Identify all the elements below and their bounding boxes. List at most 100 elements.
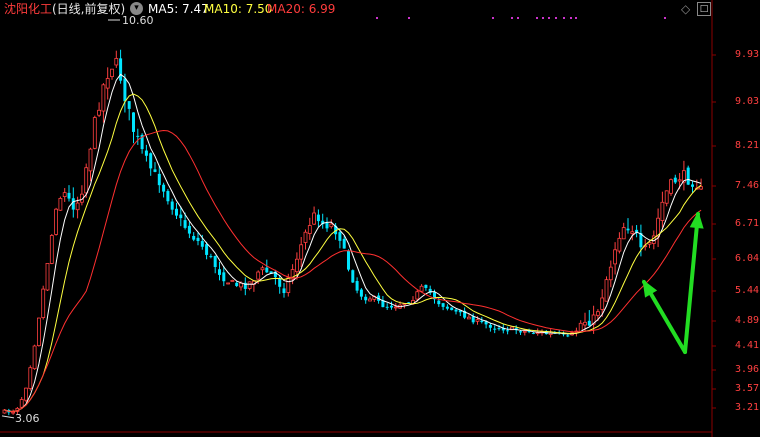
candle-body[interactable] — [497, 328, 501, 330]
candle-body[interactable] — [166, 191, 170, 202]
candle-body[interactable] — [566, 335, 570, 337]
candle-body[interactable] — [312, 212, 317, 225]
candle-body[interactable] — [278, 278, 282, 287]
candle-body[interactable] — [192, 235, 196, 240]
candle-body[interactable] — [110, 68, 114, 77]
candle-body[interactable] — [97, 109, 101, 116]
candle-body[interactable] — [608, 266, 613, 281]
candle-body[interactable] — [660, 201, 665, 222]
candle-body[interactable] — [209, 256, 213, 258]
candle-body[interactable] — [101, 84, 106, 112]
chevron-down-icon[interactable]: ▾ — [130, 2, 143, 15]
candle-body[interactable] — [149, 153, 153, 169]
candle-body[interactable] — [329, 223, 334, 228]
candle-body[interactable] — [368, 298, 372, 302]
candle-body[interactable] — [41, 288, 46, 318]
candle-body[interactable] — [105, 78, 110, 89]
candle-body[interactable] — [325, 222, 329, 229]
candle-body[interactable] — [239, 282, 243, 288]
candle-body[interactable] — [222, 272, 226, 282]
candle-body[interactable] — [49, 235, 54, 264]
candle-body[interactable] — [75, 202, 80, 211]
period-label[interactable]: (日线,前复权) — [52, 1, 125, 17]
candle-body[interactable] — [480, 320, 484, 323]
candle-body[interactable] — [119, 58, 123, 81]
candle-body[interactable] — [45, 263, 50, 291]
candle-body[interactable] — [600, 297, 605, 310]
candle-body[interactable] — [136, 135, 140, 137]
candle-body[interactable] — [519, 331, 522, 333]
candle-body[interactable] — [347, 250, 350, 270]
candle-body[interactable] — [175, 208, 178, 216]
candle-body[interactable] — [92, 117, 97, 149]
candle-body[interactable] — [32, 345, 37, 370]
candlestick-chart[interactable]: 10.603.06 — [0, 0, 760, 437]
candle-body[interactable] — [664, 190, 669, 204]
candle-body[interactable] — [506, 330, 510, 332]
candle-body[interactable] — [415, 291, 420, 300]
candle-body[interactable] — [235, 282, 239, 286]
candle-body[interactable] — [127, 101, 131, 109]
settings-icon[interactable]: □ — [697, 2, 711, 16]
candle-body[interactable] — [385, 306, 389, 308]
candle-body[interactable] — [587, 320, 591, 326]
candle-body[interactable] — [123, 78, 127, 102]
candle-body[interactable] — [71, 198, 75, 210]
candle-body[interactable] — [62, 192, 67, 197]
candle-body[interactable] — [531, 332, 535, 334]
candle-body[interactable] — [307, 225, 312, 234]
diamond-icon[interactable]: ◇ — [681, 2, 690, 16]
candle-body[interactable] — [58, 198, 63, 211]
candle-body[interactable] — [583, 321, 587, 326]
candle-body[interactable] — [437, 300, 441, 305]
candle-body[interactable] — [67, 192, 71, 199]
candle-body[interactable] — [282, 288, 286, 294]
candle-body[interactable] — [419, 285, 424, 292]
candle-body[interactable] — [19, 399, 24, 408]
candle-body[interactable] — [493, 328, 497, 330]
candle-body[interactable] — [677, 179, 682, 182]
candle-body[interactable] — [475, 319, 480, 322]
candle-body[interactable] — [669, 179, 673, 194]
candle-body[interactable] — [617, 237, 622, 252]
candle-body[interactable] — [596, 311, 600, 316]
candle-body[interactable] — [265, 267, 269, 273]
candle-body[interactable] — [364, 296, 368, 301]
candle-body[interactable] — [24, 387, 28, 401]
candle-body[interactable] — [691, 184, 694, 187]
candle-body[interactable] — [54, 208, 58, 235]
candle-body[interactable] — [286, 277, 291, 293]
candle-body[interactable] — [153, 169, 157, 172]
candle-body[interactable] — [441, 303, 445, 307]
candle-body[interactable] — [213, 256, 217, 267]
candle-body[interactable] — [359, 289, 363, 297]
candle-body[interactable] — [230, 280, 235, 282]
candle-body[interactable] — [28, 367, 33, 389]
candle-body[interactable] — [132, 112, 135, 132]
candle-body[interactable] — [630, 231, 635, 234]
candle-body[interactable] — [626, 228, 630, 231]
candle-body[interactable] — [200, 241, 204, 247]
candle-body[interactable] — [466, 316, 471, 320]
candle-body[interactable] — [299, 244, 304, 260]
candle-body[interactable] — [342, 238, 346, 249]
candle-body[interactable] — [445, 306, 449, 309]
stock-name[interactable]: 沈阳化工 — [4, 1, 52, 17]
candle-body[interactable] — [522, 330, 527, 333]
candle-body[interactable] — [316, 214, 320, 222]
candle-body[interactable] — [450, 307, 454, 311]
candle-body[interactable] — [686, 167, 690, 185]
candle-body[interactable] — [37, 317, 41, 347]
candle-body[interactable] — [355, 281, 359, 291]
candle-body[interactable] — [114, 58, 119, 66]
candle-body[interactable] — [247, 281, 252, 289]
candle-body[interactable] — [162, 184, 166, 192]
candle-body[interactable] — [84, 167, 89, 194]
candle-body[interactable] — [179, 214, 183, 219]
candle-body[interactable] — [294, 258, 299, 273]
candle-body[interactable] — [196, 237, 200, 242]
candle-body[interactable] — [621, 227, 626, 240]
candle-body[interactable] — [613, 249, 617, 265]
candle-body[interactable] — [144, 150, 148, 156]
candle-body[interactable] — [303, 231, 308, 243]
